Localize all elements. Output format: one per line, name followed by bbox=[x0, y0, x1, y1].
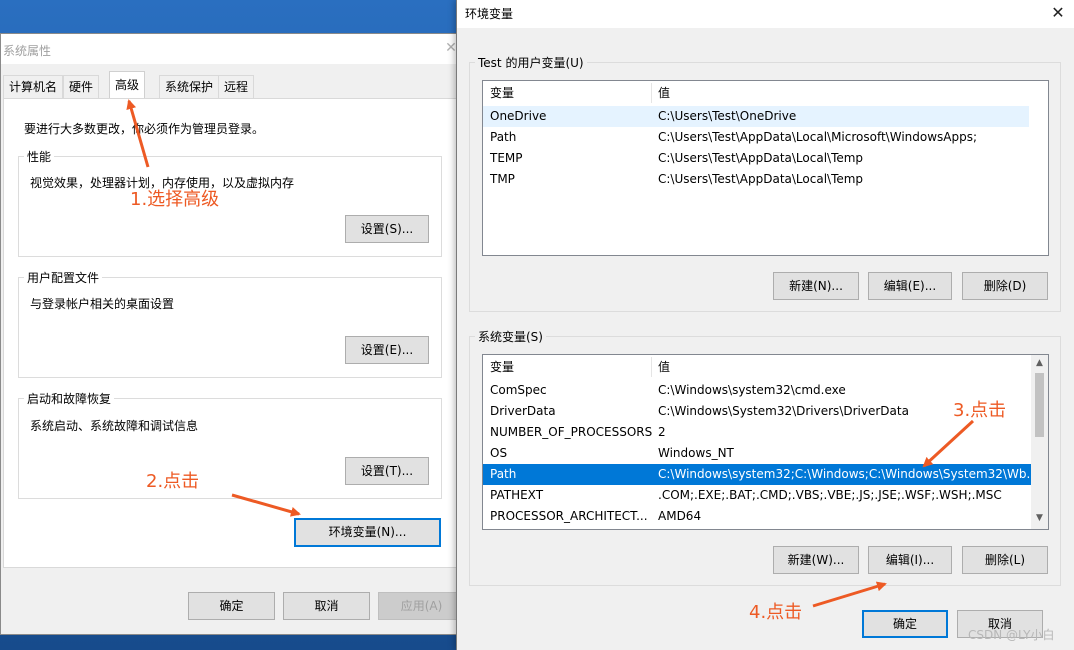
annotation-arrows bbox=[126, 99, 975, 608]
arrow-step2 bbox=[231, 493, 301, 517]
annotation-step3: 3.点击 bbox=[953, 400, 1007, 421]
watermark: CSDN @LY小白 bbox=[968, 628, 1055, 642]
arrow-step1 bbox=[126, 99, 150, 168]
arrow-step4 bbox=[812, 581, 887, 608]
annotation-step1: 1.选择高级 bbox=[130, 189, 220, 210]
annotation-step4: 4.点击 bbox=[749, 602, 803, 623]
arrow-step3 bbox=[922, 419, 975, 468]
annotation-step2: 2.点击 bbox=[146, 471, 200, 492]
